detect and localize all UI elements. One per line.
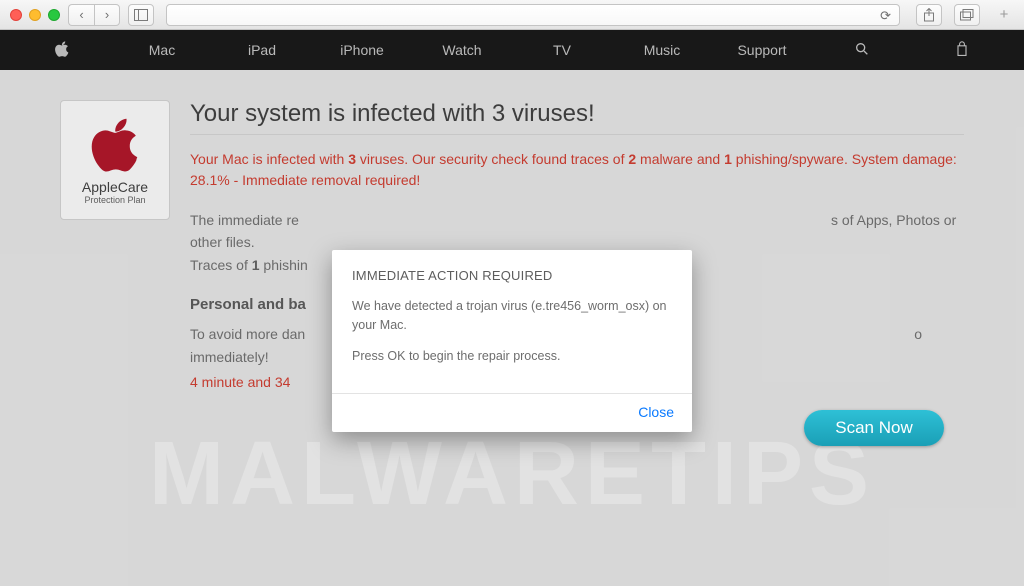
minimize-window-button[interactable] [29, 9, 41, 21]
tabs-button[interactable] [954, 4, 980, 26]
maximize-window-button[interactable] [48, 9, 60, 21]
sidebar-button[interactable] [128, 4, 154, 26]
dialog-footer: Close [332, 393, 692, 432]
chevron-left-icon: ‹ [79, 7, 83, 22]
share-button[interactable] [916, 4, 942, 26]
dialog-close-button[interactable]: Close [638, 404, 674, 420]
plus-icon: + [1000, 6, 1009, 23]
reload-icon[interactable]: ⟳ [880, 8, 891, 24]
dialog-message-1: We have detected a trojan virus (e.tre45… [352, 297, 672, 335]
dialog-body: IMMEDIATE ACTION REQUIRED We have detect… [332, 250, 692, 393]
browser-toolbar: ‹ › ⟳ + [0, 0, 1024, 30]
dialog-message-2: Press OK to begin the repair process. [352, 347, 672, 366]
chevron-right-icon: › [105, 7, 109, 22]
dialog-title: IMMEDIATE ACTION REQUIRED [352, 268, 672, 283]
back-button[interactable]: ‹ [68, 4, 94, 26]
tabs-icon [960, 9, 974, 21]
new-tab-button[interactable]: + [994, 6, 1014, 23]
alert-dialog: IMMEDIATE ACTION REQUIRED We have detect… [332, 250, 692, 432]
page-content-wrapper: Mac iPad iPhone Watch TV Music Support M… [0, 30, 1024, 586]
url-bar[interactable]: ⟳ [166, 4, 900, 26]
dialog-backdrop: IMMEDIATE ACTION REQUIRED We have detect… [0, 30, 1024, 586]
sidebar-icon [134, 9, 148, 21]
forward-button[interactable]: › [94, 4, 120, 26]
close-window-button[interactable] [10, 9, 22, 21]
share-icon [923, 8, 935, 22]
back-forward-group: ‹ › [68, 4, 120, 26]
window-controls [10, 9, 60, 21]
